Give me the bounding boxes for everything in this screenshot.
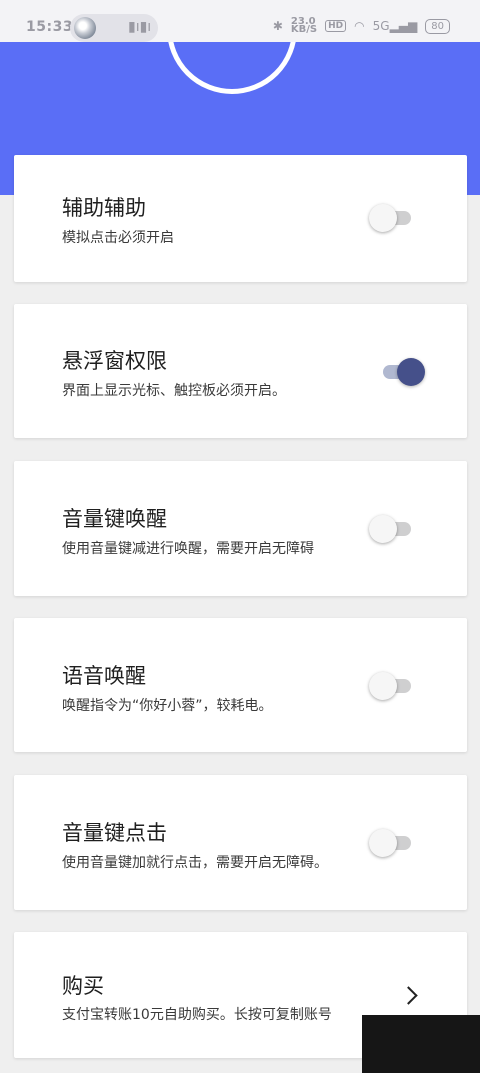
setting-description: 唤醒指令为“你好小蓉”，较耗电。 [62, 698, 273, 714]
dark-overlay [362, 1015, 480, 1073]
status-icons: ✱ 23.0 KB/S HD ◠ 5G▂▄▆ 80 [272, 17, 450, 35]
setting-title: 悬浮窗权限 [62, 349, 167, 373]
toggle-thumb [397, 358, 425, 386]
setting-title: 语音唤醒 [62, 664, 146, 688]
audio-wave-icon: ▮ı▮ı [128, 19, 152, 35]
setting-description: 使用音量键减进行唤醒，需要开启无障碍 [62, 541, 314, 557]
battery-icon: 80 [425, 18, 450, 34]
setting-card-volume-click[interactable]: 音量键点击 使用音量键加就行点击，需要开启无障碍。 [14, 775, 467, 910]
signal-icon: 5G▂▄▆ [372, 19, 418, 33]
setting-card-floating-window[interactable]: 悬浮窗权限 界面上显示光标、触控板必须开启。 [14, 304, 467, 438]
floating-window-toggle[interactable] [379, 356, 425, 386]
bluetooth-icon: ✱ [272, 19, 283, 33]
voice-wake-toggle[interactable] [369, 670, 415, 700]
network-speed: 23.0 KB/S [290, 17, 318, 35]
setting-title: 音量键点击 [62, 821, 167, 845]
setting-description: 支付宝转账10元自助购买。长按可复制账号 [62, 1007, 332, 1023]
volume-click-toggle[interactable] [369, 827, 415, 857]
setting-description: 模拟点击必须开启 [62, 230, 174, 246]
setting-description: 界面上显示光标、触控板必须开启。 [62, 383, 286, 399]
hd-icon: HD [325, 20, 347, 32]
status-time: 15:33 [26, 19, 74, 35]
avatar [74, 17, 96, 39]
toggle-thumb [369, 515, 397, 543]
signal-label: 5G [372, 19, 390, 33]
header-ring [167, 42, 297, 94]
toggle-thumb [369, 672, 397, 700]
setting-card-voice-wake[interactable]: 语音唤醒 唤醒指令为“你好小蓉”，较耗电。 [14, 618, 467, 752]
media-pill[interactable]: ▮ı▮ı [70, 14, 158, 42]
accessibility-toggle[interactable] [369, 202, 415, 232]
status-bar: 15:33 ▮ı▮ı ✱ 23.0 KB/S HD ◠ 5G▂▄▆ 80 [0, 0, 480, 42]
toggle-thumb [369, 204, 397, 232]
volume-wake-toggle[interactable] [369, 513, 415, 543]
wifi-icon: ◠ [354, 19, 365, 33]
chevron-right-icon[interactable] [399, 986, 418, 1005]
toggle-thumb [369, 829, 397, 857]
setting-title: 购买 [62, 974, 104, 998]
setting-card-volume-wake[interactable]: 音量键唤醒 使用音量键减进行唤醒，需要开启无障碍 [14, 461, 467, 596]
setting-title: 音量键唤醒 [62, 507, 167, 531]
setting-description: 使用音量键加就行点击，需要开启无障碍。 [62, 855, 328, 871]
setting-title: 辅助辅助 [62, 196, 146, 220]
network-speed-unit: KB/S [290, 24, 318, 35]
setting-card-accessibility[interactable]: 辅助辅助 模拟点击必须开启 [14, 155, 467, 282]
